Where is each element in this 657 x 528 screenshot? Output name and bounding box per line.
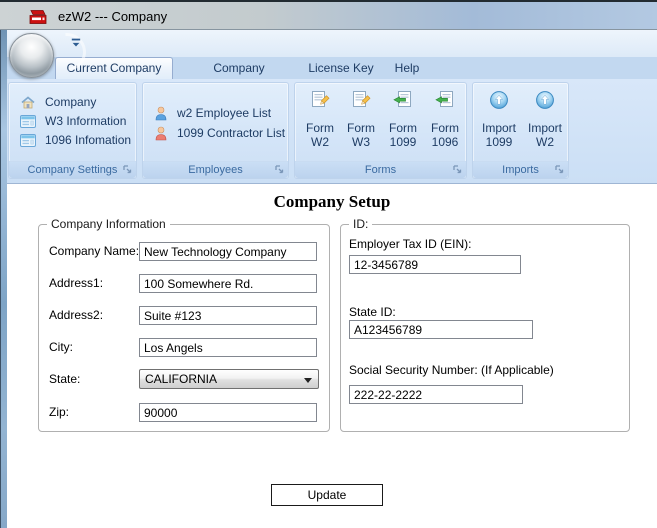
update-button[interactable]: Update — [271, 484, 383, 506]
main-content: Company Setup Company Information Compan… — [7, 184, 657, 528]
ribbon-group-company-settings: Company W3 Information 1096 Infomation C… — [8, 82, 137, 179]
address2-input[interactable] — [139, 306, 317, 325]
ribbon-item-company[interactable]: Company — [9, 93, 136, 111]
ribbon-button-form-1099[interactable]: Form 1099 — [384, 87, 422, 161]
id-groupbox: ID: Employer Tax ID (EIN): State ID: Soc… — [340, 217, 630, 432]
form-lines-icon — [20, 114, 36, 128]
state-select[interactable]: CALIFORNIA — [139, 369, 319, 389]
window-left-border — [0, 30, 7, 528]
ribbon-group-employees: w2 Employee List 1099 Contractor List Em… — [142, 82, 289, 179]
ribbon-group-label: Company Settings — [9, 161, 136, 178]
ribbon-group-label: Forms — [295, 161, 466, 178]
ssn-input[interactable] — [349, 385, 523, 404]
ribbon-button-label: Form W2 — [306, 121, 334, 149]
zip-label: Zip: — [49, 405, 70, 419]
ribbon-button-form-w3[interactable]: Form W3 — [342, 87, 380, 161]
dialog-launcher-icon[interactable] — [452, 164, 463, 175]
ribbon-button-form-1096[interactable]: Form 1096 — [426, 87, 464, 161]
ribbon-button-import-w2[interactable]: Import W2 — [523, 87, 567, 161]
city-input[interactable] — [139, 338, 317, 357]
page-title: Company Setup — [273, 192, 391, 211]
ribbon-item-label: w2 Employee List — [177, 106, 272, 120]
state-id-input[interactable] — [349, 320, 533, 339]
ribbon-item-label: 1099 Contractor List — [177, 126, 286, 140]
ribbon-button-label: Form W3 — [347, 121, 375, 149]
zip-input[interactable] — [139, 403, 317, 422]
import-orb-icon — [489, 90, 509, 113]
ribbon-button-label: Form 1099 — [389, 121, 417, 149]
ribbon-button-import-1099[interactable]: Import 1099 — [477, 87, 521, 161]
company-name-input[interactable] — [139, 242, 317, 261]
dialog-launcher-icon[interactable] — [122, 164, 133, 175]
home-icon — [20, 95, 36, 110]
state-id-label: State ID: — [349, 305, 396, 319]
form-edit-icon — [351, 90, 371, 113]
app-icon — [29, 10, 47, 24]
quick-access-dropdown-icon[interactable] — [70, 38, 82, 49]
ribbon-button-label: Form 1096 — [431, 121, 459, 149]
ribbon-item-label: 1096 Infomation — [45, 133, 132, 147]
chevron-down-icon — [304, 378, 312, 383]
tab-help[interactable]: Help — [385, 57, 429, 79]
company-name-label: Company Name: — [49, 244, 140, 258]
person-red-icon — [154, 126, 168, 141]
tab-company-management[interactable]: Company Management — [180, 57, 298, 97]
ribbon-tab-row: Current Company Company Management Licen… — [0, 57, 657, 97]
ribbon-group-imports: Import 1099 Import W2 Imports — [472, 82, 569, 179]
ribbon-item-w2-employee-list[interactable]: w2 Employee List — [143, 104, 288, 122]
application-orb-button[interactable] — [9, 33, 54, 78]
ribbon-item-1099-contractor-list[interactable]: 1099 Contractor List — [143, 124, 288, 142]
ribbon-item-w3-information[interactable]: W3 Information — [9, 112, 136, 130]
form-import-icon — [393, 90, 413, 113]
window-title: ezW2 --- Company — [58, 9, 168, 24]
ribbon-body: Company W3 Information 1096 Infomation C… — [0, 79, 657, 184]
ribbon-button-label: Import 1099 — [481, 121, 516, 149]
ribbon-item-label: W3 Information — [45, 114, 127, 128]
ribbon-button-label: Import W2 — [527, 121, 562, 149]
ein-input[interactable] — [349, 255, 521, 274]
company-information-legend: Company Information — [47, 217, 170, 231]
address2-label: Address2: — [49, 308, 104, 322]
ribbon-item-label: Company — [45, 95, 97, 109]
ein-label: Employer Tax ID (EIN): — [349, 237, 472, 251]
dialog-launcher-icon[interactable] — [274, 164, 285, 175]
city-label: City: — [49, 340, 73, 354]
form-import-icon — [435, 90, 455, 113]
id-legend: ID: — [349, 217, 373, 231]
ribbon-group-label: Employees — [143, 161, 288, 178]
company-information-groupbox: Company Information Company Name: Addres… — [38, 217, 330, 432]
titlebar: ezW2 --- Company — [0, 0, 657, 30]
person-blue-icon — [154, 106, 168, 121]
ribbon-button-form-w2[interactable]: Form W2 — [301, 87, 339, 161]
app-window: ezW2 --- Company Current Company Company… — [0, 0, 657, 528]
quick-access-toolbar — [0, 30, 657, 57]
ssn-label: Social Security Number: (If Applicable) — [349, 363, 554, 377]
import-orb-icon — [535, 90, 555, 113]
form-edit-icon — [310, 90, 330, 113]
dialog-launcher-icon[interactable] — [554, 164, 565, 175]
state-select-value: CALIFORNIA — [145, 372, 218, 386]
form-lines-icon — [20, 133, 36, 147]
address1-label: Address1: — [49, 276, 104, 290]
tab-license-key[interactable]: License Key — [303, 57, 379, 79]
ribbon-item-1096-infomation[interactable]: 1096 Infomation — [9, 131, 136, 149]
state-label: State: — [49, 372, 81, 386]
address1-input[interactable] — [139, 274, 317, 293]
ribbon-group-forms: Form W2 Form W3 Form 1099 Form 1096 Form… — [294, 82, 467, 179]
